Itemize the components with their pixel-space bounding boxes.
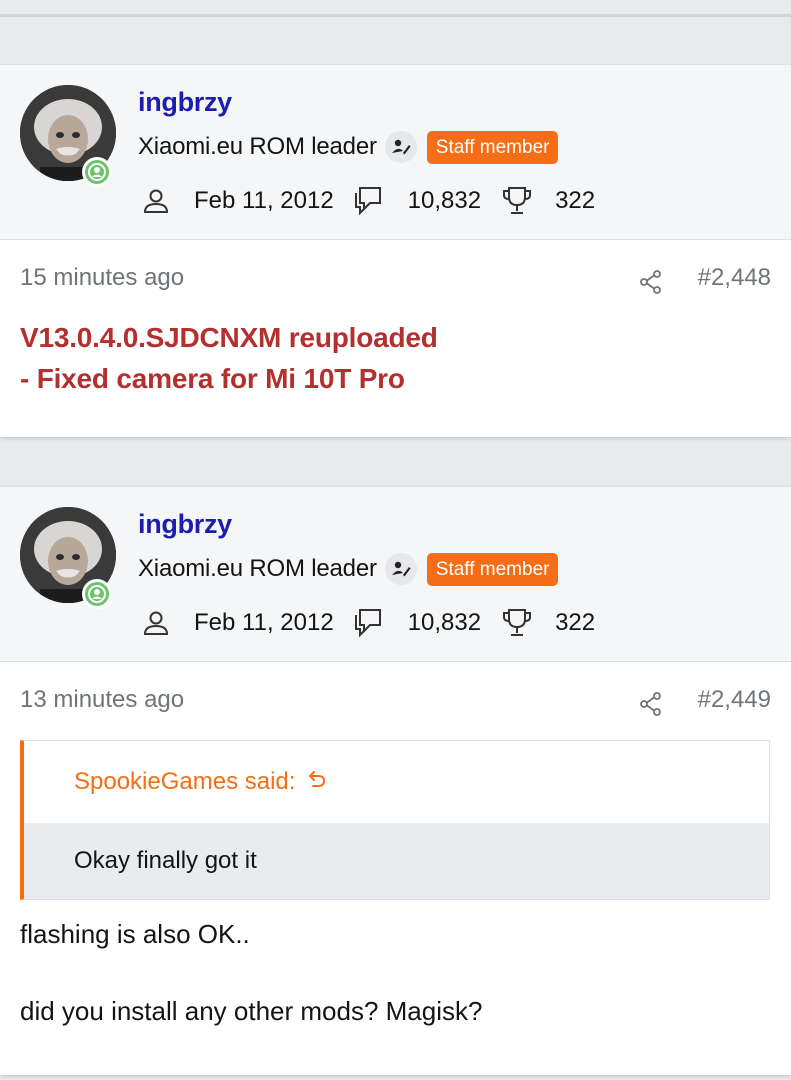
staff-member-badge: Staff member bbox=[426, 552, 559, 586]
post-user-info: ingbrzy Xiaomi.eu ROM leader Staff membe… bbox=[0, 65, 791, 240]
post-number-link[interactable]: #2,449 bbox=[698, 686, 771, 714]
post-user-info: ingbrzy Xiaomi.eu ROM leader Staff membe… bbox=[0, 487, 791, 662]
user-title: Xiaomi.eu ROM leader bbox=[138, 133, 377, 160]
post-2449: ingbrzy Xiaomi.eu ROM leader Staff membe… bbox=[0, 486, 791, 1075]
online-status-icon bbox=[82, 579, 112, 609]
user-icon bbox=[140, 609, 172, 637]
message-line: - Fixed camera for Mi 10T Pro bbox=[20, 363, 405, 394]
post-2448: ingbrzy Xiaomi.eu ROM leader Staff membe… bbox=[0, 64, 791, 437]
message-count: 10,832 bbox=[407, 609, 482, 636]
trophy-points: 322 bbox=[555, 609, 596, 636]
user-title: Xiaomi.eu ROM leader bbox=[138, 555, 377, 582]
messages-icon bbox=[354, 185, 386, 217]
message-line: V13.0.4.0.SJDCNXM reuploaded bbox=[20, 322, 438, 353]
message-content: V13.0.4.0.SJDCNXM reuploaded - Fixed cam… bbox=[20, 317, 438, 399]
quote-block: SpookieGames said: Okay finally got it bbox=[20, 740, 770, 900]
user-icon bbox=[140, 187, 172, 215]
trophy-points: 322 bbox=[555, 187, 596, 214]
staff-pencil-icon bbox=[384, 131, 417, 163]
share-icon[interactable] bbox=[639, 270, 663, 299]
username-link[interactable]: ingbrzy bbox=[138, 87, 232, 118]
quote-header[interactable]: SpookieGames said: bbox=[24, 741, 769, 823]
trophy-icon bbox=[501, 607, 533, 639]
quote-content: Okay finally got it bbox=[24, 823, 769, 899]
trophy-icon bbox=[501, 185, 533, 217]
user-title-row: Xiaomi.eu ROM leader Staff member bbox=[138, 127, 559, 167]
post-date[interactable]: 15 minutes ago bbox=[20, 264, 184, 292]
quote-text: Okay finally got it bbox=[74, 847, 257, 874]
username-link[interactable]: ingbrzy bbox=[138, 509, 232, 540]
user-stats: Feb 11, 2012 10,832 322 bbox=[140, 603, 595, 643]
message-line: flashing is also OK.. bbox=[20, 919, 250, 949]
message-count: 10,832 bbox=[407, 187, 482, 214]
message-line: did you install any other mods? Magisk? bbox=[20, 996, 483, 1026]
joined-date: Feb 11, 2012 bbox=[194, 187, 334, 214]
top-divider bbox=[0, 14, 791, 17]
joined-date: Feb 11, 2012 bbox=[194, 609, 334, 636]
quote-jump-arrow-icon[interactable] bbox=[307, 768, 327, 796]
online-status-icon bbox=[82, 157, 112, 187]
messages-icon bbox=[354, 607, 386, 639]
user-stats: Feb 11, 2012 10,832 322 bbox=[140, 181, 595, 221]
quote-author[interactable]: SpookieGames said: bbox=[74, 768, 295, 796]
post-date[interactable]: 13 minutes ago bbox=[20, 686, 184, 714]
user-title-row: Xiaomi.eu ROM leader Staff member bbox=[138, 549, 559, 589]
staff-member-badge: Staff member bbox=[426, 130, 559, 164]
share-icon[interactable] bbox=[639, 692, 663, 721]
post-number-link[interactable]: #2,448 bbox=[698, 264, 771, 292]
staff-pencil-icon bbox=[384, 553, 417, 585]
